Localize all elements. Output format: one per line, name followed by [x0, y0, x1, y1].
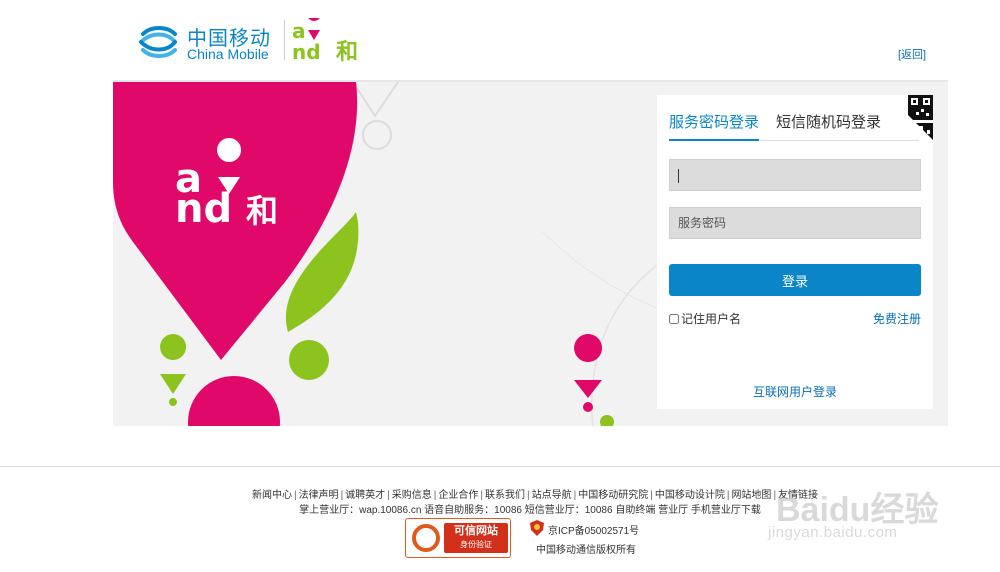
footer-link-separator: |: [573, 490, 577, 501]
header: 中国移动 China Mobile a nd 和 [返回]: [0, 0, 1000, 80]
login-panel: 服务密码登录 短信随机码登录 服务密码 登录 记住用户名 免费注册 互联网用户登…: [657, 95, 933, 409]
svg-text:和: 和: [336, 40, 358, 62]
footer-link[interactable]: 中国移动设计院: [655, 490, 725, 501]
footer-link-separator: |: [726, 490, 730, 501]
footer-link[interactable]: 企业合作: [438, 490, 478, 501]
china-mobile-en-name: China Mobile: [187, 46, 269, 62]
password-placeholder: 服务密码: [678, 216, 727, 230]
svg-text:nd: nd: [175, 186, 232, 232]
trusted-site-icon: [412, 524, 440, 552]
internet-user-login-link[interactable]: 互联网用户登录: [657, 383, 933, 400]
remember-label: 记住用户名: [681, 312, 742, 326]
logo-divider: [284, 20, 285, 60]
trusted-site-title: 可信网站: [454, 525, 498, 537]
police-badge-icon: [530, 520, 544, 536]
icp-license[interactable]: 京ICP备05002571号: [548, 522, 639, 537]
footer-link[interactable]: 法律声明: [299, 490, 339, 501]
footer-link[interactable]: 联系我们: [485, 490, 525, 501]
trusted-site-subtitle: 身份验证: [460, 540, 492, 549]
footer-link[interactable]: 采购信息: [392, 490, 432, 501]
qr-code-icon[interactable]: [888, 95, 933, 140]
svg-text:nd: nd: [292, 40, 321, 62]
back-link[interactable]: [返回]: [898, 46, 926, 62]
footer-link-separator: |: [387, 490, 390, 501]
baidu-jingyan-watermark: Baidu经验 jingyan.baidu.com: [768, 466, 1000, 566]
remember-checkbox[interactable]: [669, 313, 679, 324]
login-button[interactable]: 登录: [669, 264, 921, 296]
footer-link-separator: |: [480, 490, 483, 501]
watermark-url: jingyan.baidu.com: [768, 524, 898, 541]
china-mobile-swirl-icon: [139, 26, 177, 58]
footer-link-separator: |: [293, 490, 297, 501]
copyright-text: 中国移动通信版权所有: [536, 545, 636, 556]
footer-link-separator: |: [340, 490, 344, 501]
footer-link[interactable]: 中国移动研究院: [578, 490, 648, 501]
footer-link-separator: |: [527, 490, 530, 501]
footer-link[interactable]: 网站地图: [731, 490, 771, 501]
register-link[interactable]: 免费注册: [873, 310, 921, 327]
footer-link-separator: |: [650, 490, 653, 501]
tab-password-login[interactable]: 服务密码登录: [669, 111, 760, 141]
footer-link[interactable]: 新闻中心: [252, 490, 292, 501]
password-field[interactable]: 服务密码: [669, 207, 921, 239]
and-he-logo-icon: a nd 和: [292, 18, 358, 62]
trusted-site-text: 可信网站 身份验证: [444, 523, 508, 553]
trusted-site-badge[interactable]: 可信网站 身份验证: [405, 518, 511, 558]
login-tabs: 服务密码登录 短信随机码登录: [669, 111, 919, 141]
username-field[interactable]: [669, 159, 921, 191]
magenta-pin-shape: [113, 82, 358, 360]
remember-username[interactable]: 记住用户名: [669, 310, 741, 327]
china-mobile-logo[interactable]: 中国移动 China Mobile: [137, 18, 279, 64]
footer-link[interactable]: 诚聘英才: [345, 490, 385, 501]
tab-sms-login[interactable]: 短信随机码登录: [776, 111, 881, 139]
svg-text:和: 和: [246, 192, 278, 230]
footer-link-separator: |: [433, 490, 437, 501]
footer-link[interactable]: 站点导航: [532, 490, 572, 501]
text-cursor: [678, 168, 679, 183]
